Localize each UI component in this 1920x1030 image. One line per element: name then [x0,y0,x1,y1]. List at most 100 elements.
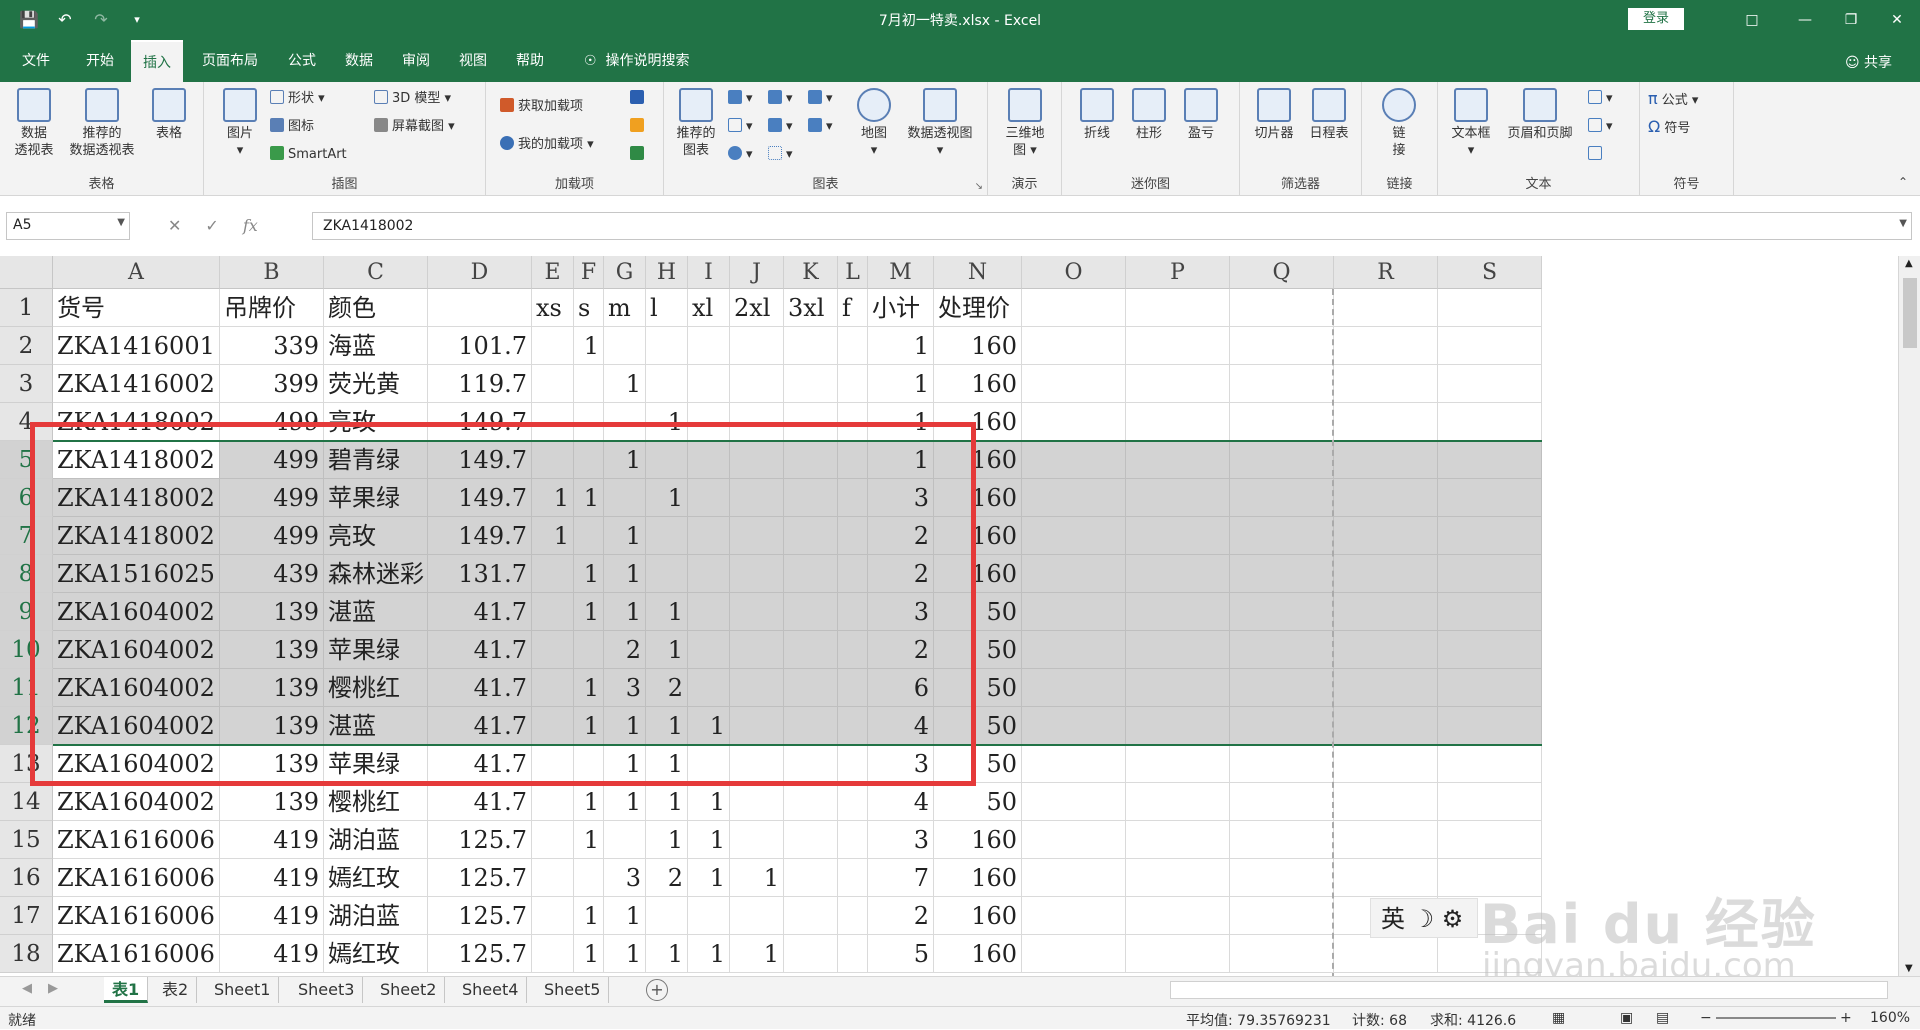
ime-language[interactable]: 英 [1381,905,1405,933]
cell-P2[interactable] [1126,327,1230,365]
cell-F15[interactable]: 1 [574,821,604,859]
cell-P4[interactable] [1126,403,1230,441]
cell-P15[interactable] [1126,821,1230,859]
cell-G14[interactable]: 1 [604,783,646,821]
column-header-E[interactable]: E [532,256,574,289]
cell-O17[interactable] [1022,897,1126,935]
horizontal-scrollbar[interactable] [1170,981,1888,999]
row-header-1[interactable]: 1 [0,289,53,327]
minimize-icon[interactable]: — [1782,0,1828,40]
cell-R4[interactable] [1334,403,1438,441]
chevron-down-icon[interactable]: ▼ [117,217,125,228]
cell-C15[interactable]: 湖泊蓝 [324,821,428,859]
scroll-up-icon[interactable]: ▲ [1905,258,1913,269]
cell-A16[interactable]: ZKA1616006 [53,859,220,897]
cell-A2[interactable]: ZKA1416001 [53,327,220,365]
cell-D1[interactable] [428,289,532,327]
cell-D3[interactable]: 119.7 [428,365,532,403]
row-header-15[interactable]: 15 [0,821,53,859]
cell-J15[interactable] [730,821,784,859]
share-button[interactable]: ☺ 共享 [1845,52,1892,72]
settings-icon[interactable]: ⚙ [1442,905,1464,933]
select-all-corner[interactable] [0,256,53,289]
recommended-pivot-button[interactable]: 推荐的 数据透视表 [62,88,142,159]
cell-J1[interactable]: 2xl [730,289,784,327]
cell-N17[interactable]: 160 [934,897,1022,935]
column-header-O[interactable]: O [1022,256,1126,289]
cell-I2[interactable] [688,327,730,365]
cell-A1[interactable]: 货号 [53,289,220,327]
cell-Q1[interactable] [1230,289,1334,327]
cell-I1[interactable]: xl [688,289,730,327]
vertical-scroll-thumb[interactable] [1903,278,1917,348]
maximize-icon[interactable]: ❐ [1828,0,1874,40]
cell-L16[interactable] [838,859,868,897]
add-sheet-icon[interactable]: + [646,979,668,1001]
column-header-R[interactable]: R [1334,256,1438,289]
cell-N1[interactable]: 处理价 [934,289,1022,327]
cell-H16[interactable]: 2 [646,859,688,897]
cell-S4[interactable] [1438,403,1542,441]
cell-L3[interactable] [838,365,868,403]
column-header-I[interactable]: I [688,256,730,289]
cell-B1[interactable]: 吊牌价 [220,289,324,327]
cell-M14[interactable]: 4 [868,783,934,821]
cell-E15[interactable] [532,821,574,859]
cell-D17[interactable]: 125.7 [428,897,532,935]
equation-button[interactable]: π 公式 ▾ [1648,90,1698,109]
cancel-icon[interactable]: ✕ [168,216,181,235]
sheet-tab-4[interactable]: Sheet3 [290,977,364,1003]
cell-P3[interactable] [1126,365,1230,403]
cell-H1[interactable]: l [646,289,688,327]
cell-B15[interactable]: 419 [220,821,324,859]
column-header-S[interactable]: S [1438,256,1542,289]
cell-E1[interactable]: xs [532,289,574,327]
cell-O18[interactable] [1022,935,1126,973]
page-break-view-icon[interactable]: ▤ [1656,1010,1669,1026]
column-header-F[interactable]: F [574,256,604,289]
column-header-L[interactable]: L [838,256,868,289]
cell-R15[interactable] [1334,821,1438,859]
cell-M1[interactable]: 小计 [868,289,934,327]
cell-E2[interactable] [532,327,574,365]
my-addins-button[interactable]: 我的加载项 ▾ [500,136,594,153]
tab-review[interactable]: 审阅 [390,40,442,82]
cell-B18[interactable]: 419 [220,935,324,973]
sheet-tab-6[interactable]: Sheet4 [454,977,528,1003]
people-graph-icon[interactable] [630,146,648,163]
cell-N15[interactable]: 160 [934,821,1022,859]
dialog-launcher-icon[interactable]: ↘ [975,181,983,192]
cell-H18[interactable]: 1 [646,935,688,973]
column-header-M[interactable]: M [868,256,934,289]
collapse-ribbon-icon[interactable]: ⌃ [1898,175,1908,189]
cell-G15[interactable] [604,821,646,859]
cell-H3[interactable] [646,365,688,403]
cell-R16[interactable] [1334,859,1438,897]
waterfall-chart-dropdown[interactable]: ▾ [808,90,833,107]
scatter-chart-dropdown[interactable]: ▾ [768,146,793,163]
cell-G1[interactable]: m [604,289,646,327]
cell-N2[interactable]: 160 [934,327,1022,365]
vertical-scrollbar[interactable]: ▲ ▼ [1898,256,1920,976]
cell-Q14[interactable] [1230,783,1334,821]
column-header-C[interactable]: C [324,256,428,289]
sheet-tab-3[interactable]: Sheet1 [206,977,280,1003]
cell-F2[interactable]: 1 [574,327,604,365]
cell-S15[interactable] [1438,821,1542,859]
cell-M16[interactable]: 7 [868,859,934,897]
cell-D18[interactable]: 125.7 [428,935,532,973]
sheet-tab-2[interactable]: 表2 [154,977,198,1003]
cell-M18[interactable]: 5 [868,935,934,973]
cell-S3[interactable] [1438,365,1542,403]
tab-help[interactable]: 帮助 [504,40,556,82]
cell-N16[interactable]: 160 [934,859,1022,897]
cell-E14[interactable] [532,783,574,821]
cell-G16[interactable]: 3 [604,859,646,897]
hierarchy-chart-dropdown[interactable]: ▾ [768,90,793,107]
cell-H14[interactable]: 1 [646,783,688,821]
cell-L14[interactable] [838,783,868,821]
cell-D16[interactable]: 125.7 [428,859,532,897]
cell-C18[interactable]: 嫣红玫 [324,935,428,973]
3d-model-button[interactable]: 3D 模型 ▾ [374,90,451,107]
cell-J2[interactable] [730,327,784,365]
